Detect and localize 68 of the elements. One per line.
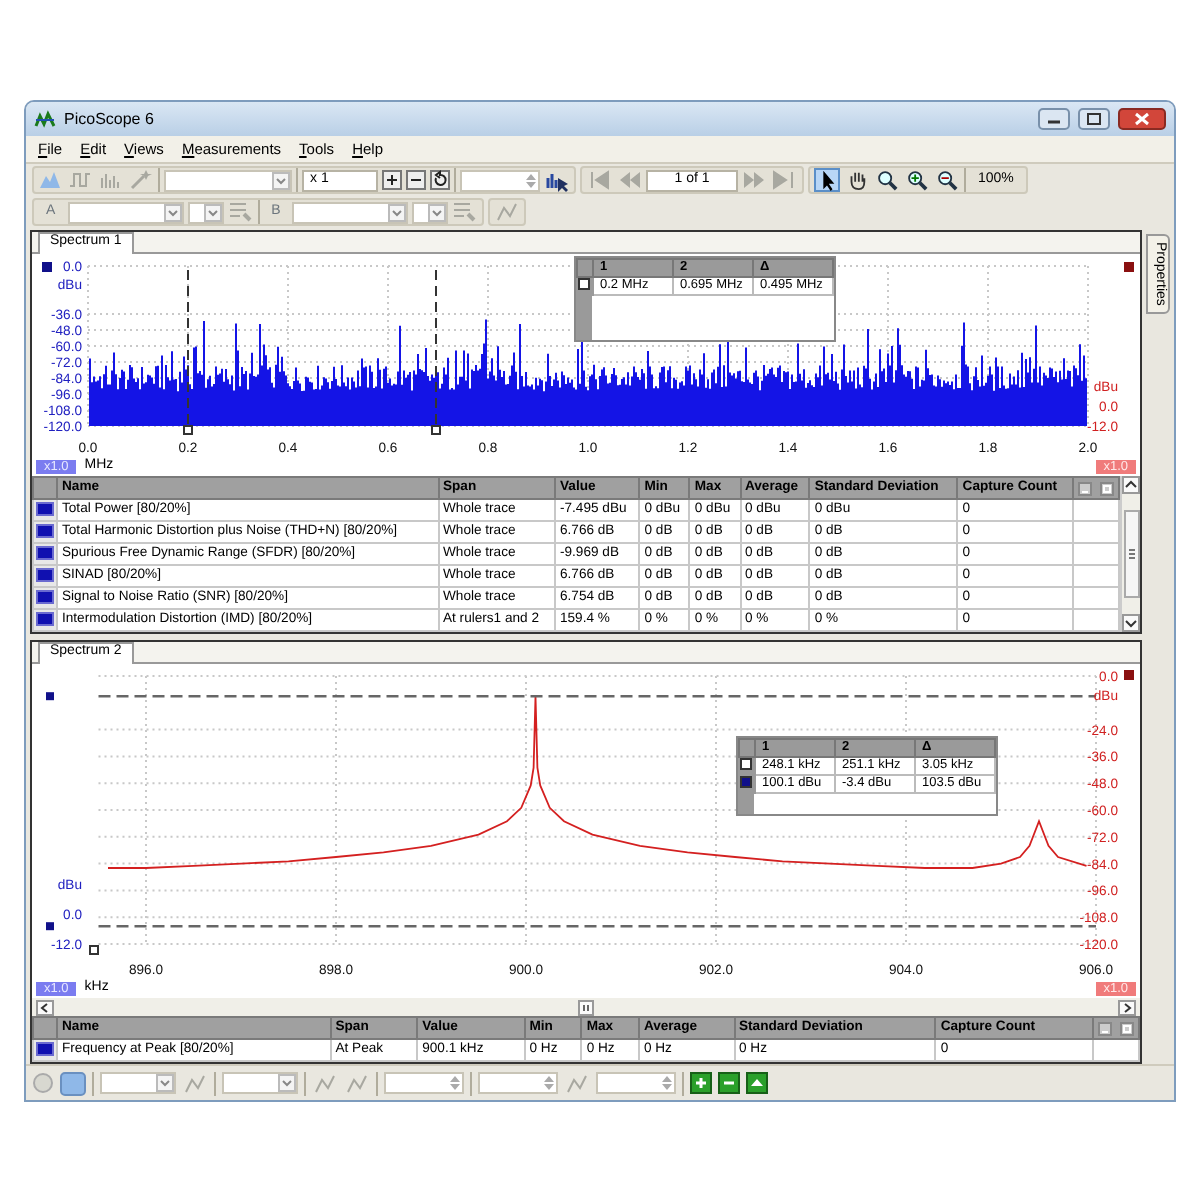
scroll-right-button[interactable]: [1118, 999, 1136, 1015]
plus-icon[interactable]: [382, 170, 402, 190]
properties-grid-icon[interactable]: [227, 200, 254, 224]
zoom-icon: [876, 168, 898, 192]
channel-marker-icon: [1124, 262, 1134, 272]
caret-icon: [388, 203, 407, 221]
caret-icon: [203, 203, 222, 221]
spin-field[interactable]: [596, 1072, 676, 1094]
skip-first-icon[interactable]: [586, 168, 612, 192]
reset-icon[interactable]: [430, 170, 450, 190]
caret-icon: [278, 1074, 296, 1092]
waveform-icon[interactable]: [68, 168, 94, 192]
spin-arrows-icon: [542, 1074, 556, 1092]
dropdown[interactable]: [67, 201, 184, 223]
caret-icon: [272, 171, 290, 189]
dropdown[interactable]: [164, 169, 292, 191]
hand-icon: [846, 168, 868, 192]
pointer-tool[interactable]: [814, 168, 840, 192]
scrollbar-thumb[interactable]: [1123, 510, 1139, 598]
zoom-in-tool[interactable]: [904, 168, 930, 192]
probe-icon[interactable]: [494, 200, 521, 224]
close-icon[interactable]: [1118, 108, 1166, 130]
zoom-out-icon: [936, 168, 958, 192]
dropdown[interactable]: [292, 201, 409, 223]
caret-icon: [156, 1074, 174, 1092]
spin-field[interactable]: [460, 169, 540, 191]
add-icon[interactable]: [690, 1072, 712, 1094]
zoom-in-icon: [906, 168, 928, 192]
dropdown[interactable]: [187, 201, 224, 223]
skip-last-icon[interactable]: [772, 168, 798, 192]
channel-marker-icon: [42, 262, 52, 272]
bar-chart-icon[interactable]: [98, 168, 124, 192]
ruler-marker-icon: [740, 776, 752, 789]
caret-icon: [163, 203, 182, 221]
probe-icon[interactable]: [182, 1071, 208, 1095]
scroll-left-button[interactable]: [36, 999, 54, 1015]
probe-icon[interactable]: [344, 1071, 370, 1095]
minimize-icon[interactable]: [1038, 108, 1070, 130]
ruler-handle-icon[interactable]: [89, 945, 99, 955]
window-title: PicoScope 6: [64, 109, 154, 129]
channel-color-icon: [36, 1041, 54, 1056]
fast-forward-icon[interactable]: [742, 168, 768, 192]
scroll-up-button[interactable]: [1122, 476, 1140, 494]
dropdown[interactable]: [222, 1072, 298, 1094]
dropdown[interactable]: [412, 201, 449, 223]
zoom-tool[interactable]: [874, 168, 900, 192]
app-logo-icon: [34, 109, 56, 129]
channel-marker-icon: [1124, 670, 1134, 680]
spin-arrows-icon: [524, 171, 538, 189]
chart-cursor-icon[interactable]: [544, 168, 570, 192]
dropdown[interactable]: [100, 1072, 176, 1094]
wand-icon[interactable]: [128, 168, 154, 192]
zoom-out-tool[interactable]: [934, 168, 960, 192]
spin-arrows-icon: [660, 1074, 674, 1092]
scroll-down-button[interactable]: [1122, 614, 1140, 632]
probe-icon[interactable]: [312, 1071, 338, 1095]
probe-icon[interactable]: [564, 1071, 590, 1095]
scrollbar-thumb[interactable]: [578, 999, 594, 1015]
spin-field[interactable]: [384, 1072, 464, 1094]
remove-icon[interactable]: [718, 1072, 740, 1094]
maximize-icon[interactable]: [1078, 108, 1110, 130]
rewind-icon[interactable]: [616, 168, 642, 192]
caret-icon: [428, 203, 447, 221]
spin-arrows-icon: [448, 1074, 462, 1092]
minus-icon[interactable]: [406, 170, 426, 190]
spin-field[interactable]: [478, 1072, 558, 1094]
properties-grid-icon[interactable]: [452, 200, 479, 224]
ruler-line-pair[interactable]: [183, 269, 441, 435]
